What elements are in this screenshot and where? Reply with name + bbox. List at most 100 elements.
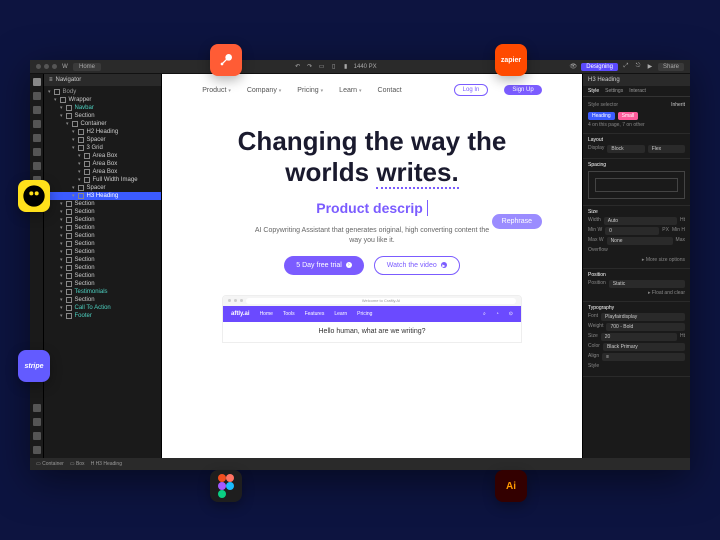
tree-item[interactable]: ▾Navbar <box>44 104 161 112</box>
spacing-editor[interactable] <box>588 171 685 199</box>
minw-input[interactable]: 0 <box>605 227 659 235</box>
tree-item[interactable]: ▾Footer <box>44 312 161 320</box>
display-block[interactable]: Block <box>607 145 644 153</box>
components-icon[interactable] <box>33 120 41 128</box>
nav-learn[interactable]: Learn ▾ <box>339 87 361 94</box>
ecommerce-icon[interactable] <box>33 148 41 156</box>
navigator-tree[interactable]: ▾Body▾Wrapper▾Navbar▾Section▾Container▾H… <box>44 86 161 458</box>
tree-item[interactable]: ▾Section <box>44 256 161 264</box>
tree-item[interactable]: ▾Section <box>44 216 161 224</box>
tree-item[interactable]: ▾H2 Heading <box>44 128 161 136</box>
tree-item[interactable]: ▾Testimonials <box>44 288 161 296</box>
weight-select[interactable]: 700 - Bold <box>606 323 685 331</box>
mobile-icon[interactable]: ▮ <box>342 63 350 71</box>
display-flex[interactable]: Flex <box>648 145 685 153</box>
tree-item[interactable]: ▾Section <box>44 272 161 280</box>
cms-icon[interactable] <box>33 134 41 142</box>
maxw-input[interactable]: None <box>607 237 673 245</box>
webflow-logo-icon[interactable]: W <box>61 63 69 71</box>
tree-item[interactable]: ▾Wrapper <box>44 96 161 104</box>
position-select[interactable]: Static <box>609 280 685 288</box>
nav-pricing[interactable]: Pricing ▾ <box>297 87 323 94</box>
tab-interact[interactable]: Interact <box>629 88 646 94</box>
figma-badge <box>210 470 242 502</box>
tree-item[interactable]: ▾Section <box>44 224 161 232</box>
desktop-icon[interactable]: ▭ <box>318 63 326 71</box>
users-icon[interactable] <box>33 162 41 170</box>
nav-product[interactable]: Product ▾ <box>202 87 231 94</box>
canvas-width: 1440 PX <box>354 64 377 70</box>
publish-icon[interactable]: ▶ <box>646 63 654 71</box>
settings-icon[interactable] <box>33 404 41 412</box>
design-canvas[interactable]: Product ▾ Company ▾ Pricing ▾ Learn ▾ Co… <box>162 74 582 458</box>
rephrase-button[interactable]: Rephrase <box>492 214 542 229</box>
redo-icon[interactable]: ↷ <box>306 63 314 71</box>
tree-item[interactable]: ▾Container <box>44 120 161 128</box>
tree-item[interactable]: ▾Section <box>44 232 161 240</box>
tab-style[interactable]: Style <box>588 88 599 94</box>
tree-item[interactable]: ▾Section <box>44 112 161 120</box>
float-clear[interactable]: ▸ Float and clear <box>588 290 685 296</box>
tree-item[interactable]: ▾Section <box>44 240 161 248</box>
tree-item[interactable]: ▾Section <box>44 296 161 304</box>
font-select[interactable]: Playfairdisplay <box>601 313 685 321</box>
tree-item[interactable]: ▾Section <box>44 264 161 272</box>
hero-headline[interactable]: Changing the way the worlds writes. <box>202 126 542 188</box>
expand-icon[interactable]: ⤢ <box>622 63 630 71</box>
tree-item[interactable]: ▾Body <box>44 88 161 96</box>
preview-bell-icon[interactable]: ◔ <box>496 311 499 317</box>
video-icon[interactable] <box>33 432 41 440</box>
login-button[interactable]: Log In <box>454 84 489 96</box>
tree-item[interactable]: ▾Area Box <box>44 152 161 160</box>
preview-search-icon[interactable]: ⌕ <box>483 311 486 317</box>
preview-url: Welcome to Craftly.AI <box>246 298 516 304</box>
app-preview: Welcome to Craftly.AI aftly.ai Home Tool… <box>222 295 522 343</box>
tree-item[interactable]: ▾Full Width Image <box>44 176 161 184</box>
eye-icon[interactable]: 👁 <box>569 63 577 71</box>
bc-container[interactable]: ▭ Container <box>36 461 64 467</box>
tree-item[interactable]: ▾Section <box>44 208 161 216</box>
tree-item[interactable]: ▾Section <box>44 280 161 288</box>
class-chip-small[interactable]: Small <box>618 112 639 120</box>
designing-toggle[interactable]: Designing <box>581 63 618 71</box>
tree-item[interactable]: ▾Section <box>44 248 161 256</box>
nav-company[interactable]: Company ▾ <box>247 87 281 94</box>
undo-icon[interactable]: ↶ <box>294 63 302 71</box>
nav-contact[interactable]: Contact <box>378 87 402 94</box>
pages-icon[interactable] <box>33 92 41 100</box>
align-left[interactable]: ≡ <box>602 353 685 361</box>
link-icon[interactable]: ⎋ <box>634 63 642 71</box>
preview-logo: aftly.ai <box>231 311 250 317</box>
cta-trial-button[interactable]: 5 Day free trial› <box>284 256 364 275</box>
bc-heading[interactable]: H H3 Heading <box>91 461 122 467</box>
cta-video-button[interactable]: Watch the video▶ <box>374 256 460 275</box>
tablet-icon[interactable]: ▯ <box>330 63 338 71</box>
tree-item[interactable]: ▾3 Grid <box>44 144 161 152</box>
tree-item[interactable]: ▾Section <box>44 200 161 208</box>
fontsize-input[interactable]: 20 <box>601 333 677 341</box>
zapier-badge: zapier <box>495 44 527 76</box>
share-button[interactable]: Share <box>658 63 684 71</box>
home-button[interactable]: Home <box>73 63 101 71</box>
tree-item[interactable]: ▾Area Box <box>44 168 161 176</box>
class-chip-heading[interactable]: Heading <box>588 112 615 120</box>
width-input[interactable]: Auto <box>604 217 677 225</box>
tree-item[interactable]: ▾Spacer <box>44 136 161 144</box>
tab-settings[interactable]: Settings <box>605 88 623 94</box>
style-panel: H3 Heading Style Settings Interact Style… <box>582 74 690 458</box>
audit-icon[interactable] <box>33 446 41 454</box>
help-icon[interactable] <box>33 418 41 426</box>
nav-tree-icon[interactable] <box>33 106 41 114</box>
signup-button[interactable]: Sign Up <box>504 85 541 95</box>
preview-user-icon[interactable]: ⊙ <box>509 311 513 317</box>
bc-box[interactable]: ▭ Box <box>70 461 85 467</box>
nav-icon: ≡ <box>49 77 53 83</box>
tree-item[interactable]: ▾H3 Heading <box>44 192 161 200</box>
tree-item[interactable]: ▾Call To Action <box>44 304 161 312</box>
more-size[interactable]: ▸ More size options <box>588 257 685 263</box>
panel-title: H3 Heading <box>583 74 690 86</box>
add-icon[interactable] <box>33 78 41 86</box>
tree-item[interactable]: ▾Spacer <box>44 184 161 192</box>
tree-item[interactable]: ▾Area Box <box>44 160 161 168</box>
color-select[interactable]: Black Primary <box>603 343 685 351</box>
